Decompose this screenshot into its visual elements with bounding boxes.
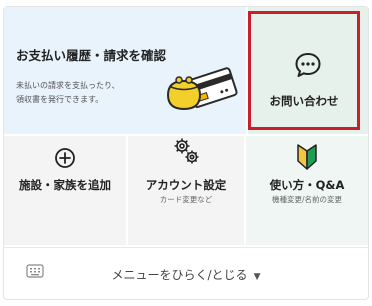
account-settings-tile[interactable]: アカウント設定 カード変更など (128, 136, 244, 245)
payment-desc-line-2: 領収書を発行できます。 (16, 95, 104, 104)
contact-label: お問い合わせ (269, 94, 339, 108)
payment-history-title: お支払い履歴・請求を確認 (16, 48, 167, 63)
beginner-mark-icon (297, 144, 317, 170)
plus-circle-icon (55, 148, 75, 168)
help-qa-label: 使い方・Q&A (269, 178, 345, 192)
gears-icon (174, 138, 199, 164)
help-qa-tile[interactable]: 使い方・Q&A 機種変更/名前の変更 (246, 136, 368, 245)
account-settings-label: アカウント設定 (145, 178, 227, 192)
payment-history-description: 未払いの請求を支払ったり、 領収書を発行できます。 (16, 79, 146, 107)
menu-toggle-label-wrap: メニューをひらく/とじる ▼ (4, 266, 368, 283)
payment-desc-line-1: 未払いの請求を支払ったり、 (16, 81, 120, 90)
wallet-card-icon (166, 67, 238, 111)
account-settings-sub: カード変更など (159, 195, 213, 204)
menu-toggle-bar[interactable]: メニューをひらく/とじる ▼ (4, 247, 368, 299)
quick-menu-panel: お支払い履歴・請求を確認 未払いの請求を支払ったり、 領収書を発行できます。 お… (3, 6, 369, 300)
contact-tile[interactable]: お問い合わせ (248, 7, 368, 134)
add-facility-family-label: 施設・家族を追加 (19, 178, 111, 192)
chat-bubble-icon (295, 53, 321, 77)
menu-toggle-label: メニューをひらく/とじる (111, 268, 248, 282)
add-facility-family-tile[interactable]: 施設・家族を追加 (4, 136, 126, 245)
help-qa-sub: 機種変更/名前の変更 (271, 195, 343, 204)
caret-down-icon: ▼ (253, 272, 261, 282)
payment-history-tile[interactable]: お支払い履歴・請求を確認 未払いの請求を支払ったり、 領収書を発行できます。 (4, 7, 246, 134)
